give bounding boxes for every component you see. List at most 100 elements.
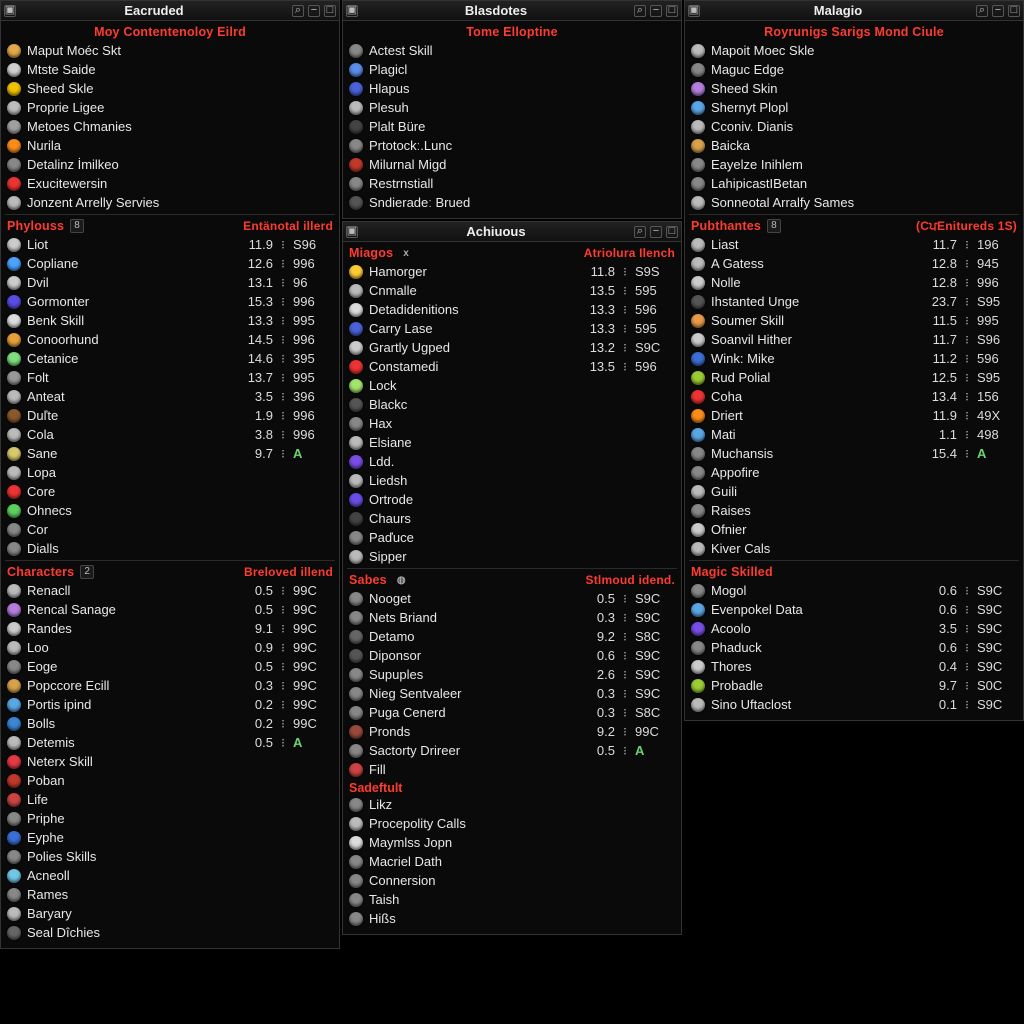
- list-item[interactable]: Macriel Dath: [347, 852, 677, 871]
- list-item[interactable]: Soumer Skill11.5፧995: [689, 311, 1019, 330]
- list-item[interactable]: Diponsor0.6፧S9C: [347, 646, 677, 665]
- list-item[interactable]: Maguc Edge: [689, 60, 1019, 79]
- close-icon[interactable]: □: [666, 5, 678, 17]
- list-item[interactable]: Shernyt Plopl: [689, 98, 1019, 117]
- list-item[interactable]: Baicka: [689, 136, 1019, 155]
- list-item[interactable]: Rud Polial12.5፧S95: [689, 368, 1019, 387]
- list-item[interactable]: Proprie Ligee: [5, 98, 335, 117]
- list-item[interactable]: Rencal Sanage0.5፧99C: [5, 600, 335, 619]
- search-icon[interactable]: ⌕: [292, 5, 304, 17]
- list-item[interactable]: Nieg Sentvaleer0.3፧S9C: [347, 684, 677, 703]
- close-icon[interactable]: □: [324, 5, 336, 17]
- list-item[interactable]: Chaurs: [347, 509, 677, 528]
- list-item[interactable]: Loo0.9፧99C: [5, 638, 335, 657]
- list-item[interactable]: Constamedi13.5፧596: [347, 357, 677, 376]
- list-item[interactable]: Copliane12.6፧996: [5, 254, 335, 273]
- list-item[interactable]: Sndieradeː Brued: [347, 193, 677, 212]
- list-item[interactable]: Rames: [5, 885, 335, 904]
- list-item[interactable]: Sheed Skin: [689, 79, 1019, 98]
- list-item[interactable]: Guili: [689, 482, 1019, 501]
- list-item[interactable]: Ihstanted Unge23.7፧S95: [689, 292, 1019, 311]
- list-item[interactable]: Maput Moéc Skt: [5, 41, 335, 60]
- list-item[interactable]: Liedsh: [347, 471, 677, 490]
- list-item[interactable]: Actest Skill: [347, 41, 677, 60]
- list-item[interactable]: Nooget0.5፧S9C: [347, 589, 677, 608]
- list-item[interactable]: Folt13.7፧995: [5, 368, 335, 387]
- list-item[interactable]: Pronds9.2፧99C: [347, 722, 677, 741]
- list-item[interactable]: Plalt Büre: [347, 117, 677, 136]
- list-item[interactable]: Detalinz İmilkeo: [5, 155, 335, 174]
- minimize-icon[interactable]: −: [992, 5, 1004, 17]
- list-item[interactable]: Grartly Ugped13.2፧S9C: [347, 338, 677, 357]
- search-icon[interactable]: ⌕: [634, 226, 646, 238]
- list-item[interactable]: Exucitewersin: [5, 174, 335, 193]
- list-item[interactable]: Dvil13.1፧96: [5, 273, 335, 292]
- list-item[interactable]: A Gatess12.8፧945: [689, 254, 1019, 273]
- list-item[interactable]: Baryary: [5, 904, 335, 923]
- list-item[interactable]: Cetanice14.6፧395: [5, 349, 335, 368]
- list-item[interactable]: Blackc: [347, 395, 677, 414]
- list-item[interactable]: Likz: [347, 795, 677, 814]
- list-item[interactable]: Ortrode: [347, 490, 677, 509]
- list-item[interactable]: Prtotockː.Lunc: [347, 136, 677, 155]
- list-item[interactable]: Eyphe: [5, 828, 335, 847]
- list-item[interactable]: Popccore Ecill0.3፧99C: [5, 676, 335, 695]
- list-item[interactable]: Acneoll: [5, 866, 335, 885]
- list-item[interactable]: Polies Skills: [5, 847, 335, 866]
- list-item[interactable]: Cor: [5, 520, 335, 539]
- list-item[interactable]: Connersion: [347, 871, 677, 890]
- list-item[interactable]: Cola3.8፧996: [5, 425, 335, 444]
- list-item[interactable]: Sipper: [347, 547, 677, 566]
- list-item[interactable]: Hißs: [347, 909, 677, 928]
- list-item[interactable]: Eoge0.5፧99C: [5, 657, 335, 676]
- list-item[interactable]: Driert11.9፧49X: [689, 406, 1019, 425]
- minimize-icon[interactable]: −: [650, 5, 662, 17]
- list-item[interactable]: Kiver Cals: [689, 539, 1019, 558]
- minimize-icon[interactable]: −: [308, 5, 320, 17]
- close-icon[interactable]: □: [666, 226, 678, 238]
- list-item[interactable]: Detadidenitions13.3፧596: [347, 300, 677, 319]
- list-item[interactable]: Mtste Saide: [5, 60, 335, 79]
- list-item[interactable]: Neterx Skill: [5, 752, 335, 771]
- list-item[interactable]: Duľte1.9፧996: [5, 406, 335, 425]
- list-item[interactable]: Nolle12.8፧996: [689, 273, 1019, 292]
- list-item[interactable]: Nets Briand0.3፧S9C: [347, 608, 677, 627]
- list-item[interactable]: Dialls: [5, 539, 335, 558]
- list-item[interactable]: Raises: [689, 501, 1019, 520]
- list-item[interactable]: Acoolo3.5፧S9C: [689, 619, 1019, 638]
- minimize-icon[interactable]: −: [650, 226, 662, 238]
- list-item[interactable]: Phaduck0.6፧S9C: [689, 638, 1019, 657]
- panel-menu-icon[interactable]: ▣: [346, 5, 358, 17]
- list-item[interactable]: Maymlss Jopn: [347, 833, 677, 852]
- list-item[interactable]: Hamorger11.8፧S9S: [347, 262, 677, 281]
- list-item[interactable]: Muchansis15.4፧A: [689, 444, 1019, 463]
- list-item[interactable]: Liot11.9፧S96: [5, 235, 335, 254]
- titlebar[interactable]: ▣ Achiuous ⌕ − □: [343, 222, 681, 242]
- list-item[interactable]: Sonneotal Arralfy Sames: [689, 193, 1019, 212]
- list-item[interactable]: Sino Uftaclost0.1፧S9C: [689, 695, 1019, 714]
- list-item[interactable]: Coha13.4፧156: [689, 387, 1019, 406]
- list-item[interactable]: Ldd.: [347, 452, 677, 471]
- list-item[interactable]: Puga Cenerd0.3፧S8C: [347, 703, 677, 722]
- list-item[interactable]: Hlapus: [347, 79, 677, 98]
- list-item[interactable]: Poban: [5, 771, 335, 790]
- list-item[interactable]: Ofnier: [689, 520, 1019, 539]
- list-item[interactable]: Restrnstiall: [347, 174, 677, 193]
- list-item[interactable]: Detemis0.5፧A: [5, 733, 335, 752]
- search-icon[interactable]: ⌕: [976, 5, 988, 17]
- list-item[interactable]: Mapoit Moec Skle: [689, 41, 1019, 60]
- list-item[interactable]: Ohnecs: [5, 501, 335, 520]
- list-item[interactable]: Priphe: [5, 809, 335, 828]
- list-item[interactable]: Core: [5, 482, 335, 501]
- panel-menu-icon[interactable]: ▣: [4, 5, 16, 17]
- list-item[interactable]: Anteat3.5፧396: [5, 387, 335, 406]
- list-item[interactable]: Sane9.7፧A: [5, 444, 335, 463]
- list-item[interactable]: Nurila: [5, 136, 335, 155]
- panel-menu-icon[interactable]: ▣: [346, 226, 358, 238]
- list-item[interactable]: Cconiv. Dianis: [689, 117, 1019, 136]
- list-item[interactable]: Lock: [347, 376, 677, 395]
- list-item[interactable]: Life: [5, 790, 335, 809]
- list-item[interactable]: Bolls0.2፧99C: [5, 714, 335, 733]
- list-item[interactable]: Cnmalle13.5፧595: [347, 281, 677, 300]
- list-item[interactable]: Randes9.1፧99C: [5, 619, 335, 638]
